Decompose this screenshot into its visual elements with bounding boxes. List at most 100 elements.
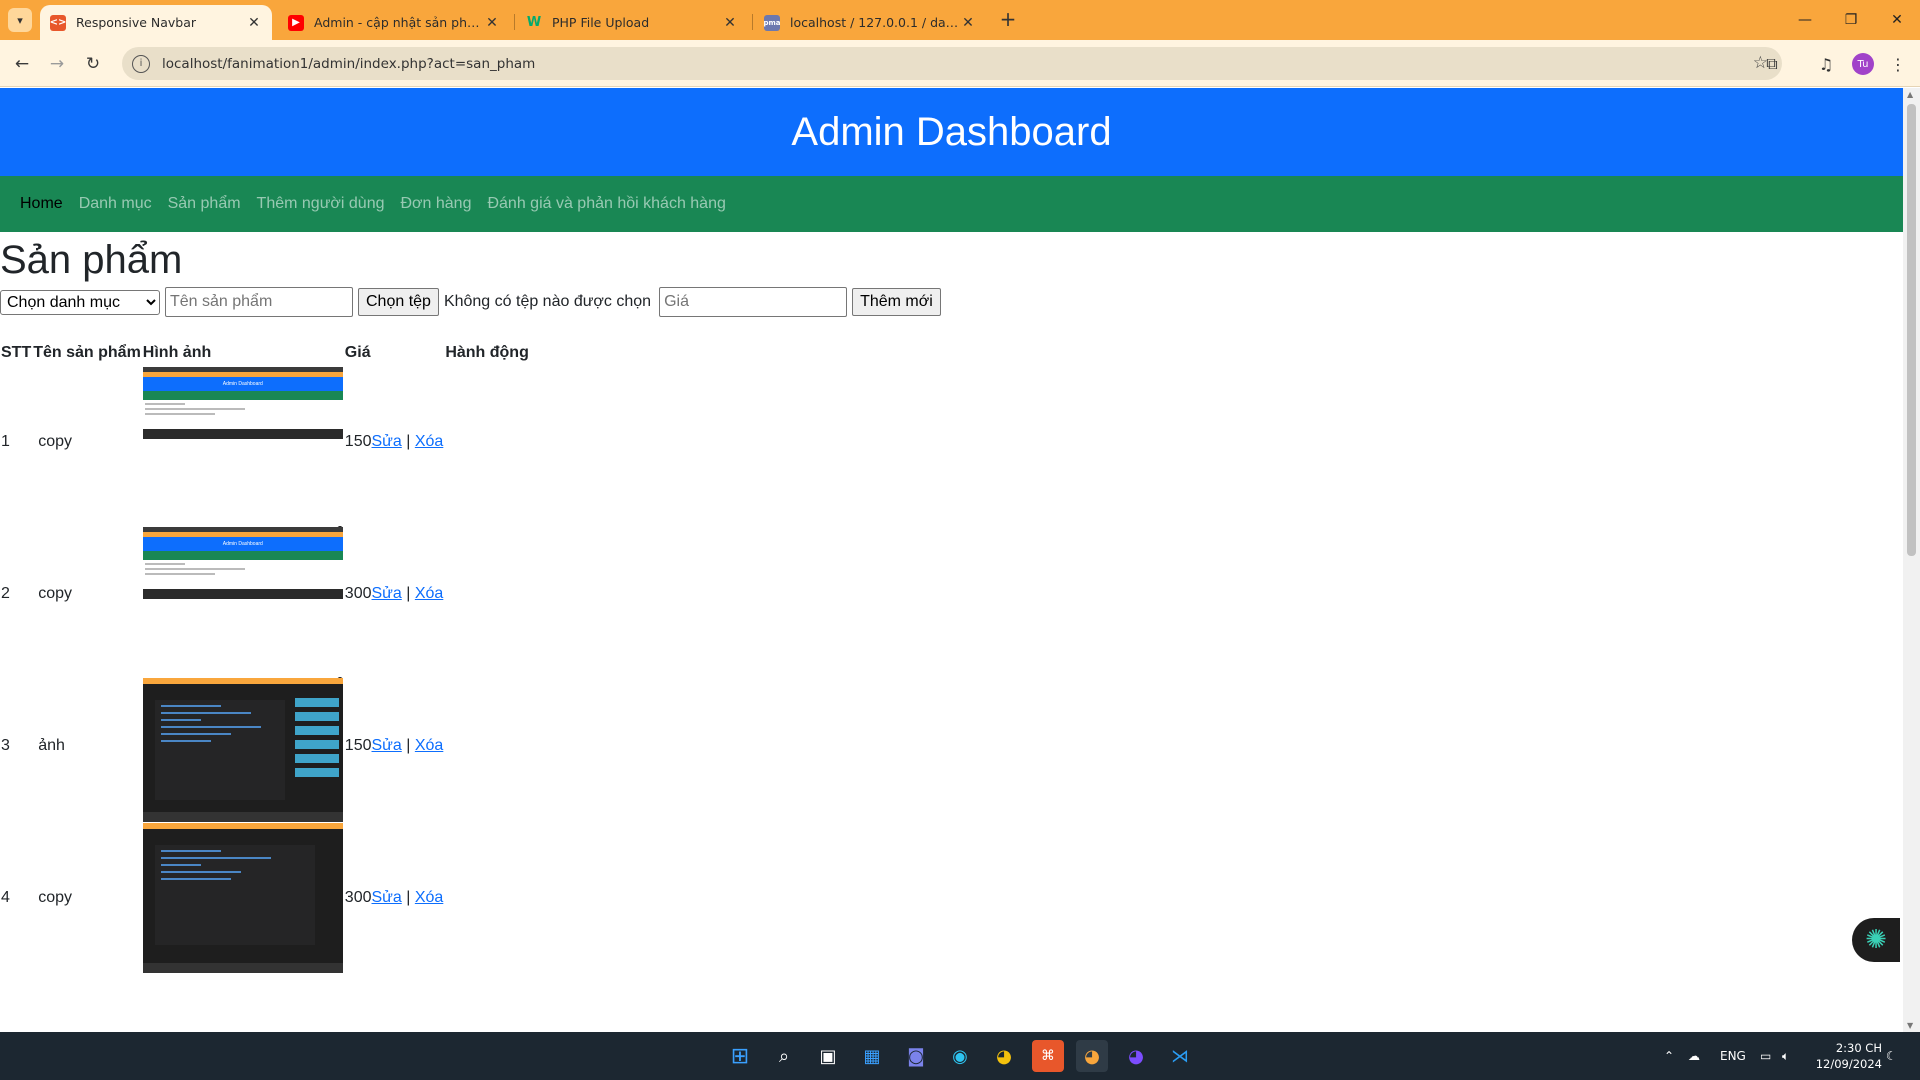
- thumb-bar: [142, 678, 343, 684]
- category-select[interactable]: Chọn danh mục: [0, 289, 160, 315]
- reload-icon[interactable]: ↻: [79, 50, 107, 78]
- admin-header: Admin Dashboard: [0, 88, 1903, 176]
- volume-icon[interactable]: 🔈︎: [1782, 1032, 1789, 1080]
- teams-chat-icon[interactable]: ◙: [900, 1040, 932, 1072]
- table-row: 3 ảnh 150Sửa | Xóa: [0, 670, 530, 822]
- vscode-icon[interactable]: ⋊: [1164, 1040, 1196, 1072]
- file-input[interactable]: Chọn tệp Không có tệp nào được chọn: [358, 288, 659, 316]
- table-header-row: STT Tên sản phẩm Hình ảnh Giá Hành động: [0, 340, 530, 366]
- tab-phpmyadmin[interactable]: pma localhost / 127.0.0.1 / danh_mu ✕: [754, 5, 986, 40]
- new-tab-button[interactable]: +: [996, 8, 1020, 32]
- restore-icon[interactable]: ❐: [1828, 0, 1874, 40]
- chrome-profile-2-icon[interactable]: ◕: [1120, 1040, 1152, 1072]
- nav-them-nguoi-dung[interactable]: Thêm người dùng: [257, 195, 385, 213]
- clock[interactable]: 2:30 CH 12/09/2024: [1808, 1040, 1882, 1072]
- menu-kebab-icon[interactable]: ⋮: [1886, 52, 1910, 76]
- nav-san-pham[interactable]: Sản phẩm: [168, 195, 241, 213]
- network-icon[interactable]: ▭: [1760, 1032, 1771, 1080]
- chrome-icon[interactable]: ◕: [988, 1040, 1020, 1072]
- nav-home[interactable]: Home: [20, 195, 63, 213]
- task-view-icon[interactable]: ▣: [812, 1040, 844, 1072]
- col-hinh-anh: Hình ảnh: [142, 344, 212, 361]
- profile-avatar[interactable]: Tu: [1852, 53, 1874, 75]
- window-close-icon[interactable]: ✕: [1874, 0, 1920, 40]
- choose-file-button[interactable]: Chọn tệp: [358, 288, 439, 316]
- close-tab-icon[interactable]: ✕: [246, 15, 262, 31]
- edit-link[interactable]: Sửa: [372, 585, 402, 602]
- cell-price: 150Sửa | Xóa: [344, 670, 445, 822]
- browser-tab-bar: ▾ <> Responsive Navbar ✕ ▶ Admin - cập n…: [0, 0, 1920, 40]
- cell-actions: [444, 822, 530, 974]
- phpmyadmin-favicon-icon: pma: [763, 14, 781, 31]
- delete-link[interactable]: Xóa: [415, 585, 443, 602]
- cell-price: 150Sửa | Xóa: [344, 366, 445, 518]
- action-separator: |: [406, 737, 411, 754]
- start-icon[interactable]: ⊞: [724, 1040, 756, 1072]
- product-table: STT Tên sản phẩm Hình ảnh Giá Hành động …: [0, 340, 530, 974]
- thumb-bar: [142, 391, 343, 400]
- ai-assistant-icon[interactable]: ✺: [1852, 918, 1900, 962]
- page-scrollbar[interactable]: ▲ ▼: [1903, 88, 1920, 1032]
- col-ten-san-pham: Tên sản phẩm: [33, 344, 141, 361]
- header-title: Admin Dashboard: [791, 109, 1112, 154]
- table-row: 1 copy Admin Dashboard 150Sửa | Xóa: [0, 366, 530, 518]
- thumb-dot-row: [143, 670, 343, 683]
- edit-link[interactable]: Sửa: [372, 889, 402, 906]
- edge-icon[interactable]: ◉: [944, 1040, 976, 1072]
- nav-danh-gia[interactable]: Đánh giá và phản hồi khách hàng: [487, 195, 725, 213]
- tab-responsive-navbar[interactable]: <> Responsive Navbar ✕: [40, 5, 272, 40]
- scrollbar-thumb[interactable]: [1907, 104, 1916, 556]
- search-icon[interactable]: ⌕: [768, 1040, 800, 1072]
- col-gia: Giá: [344, 344, 371, 361]
- add-new-button[interactable]: Thêm mới: [852, 288, 941, 316]
- close-tab-icon[interactable]: ✕: [484, 15, 500, 31]
- scroll-up-icon[interactable]: ▲: [1907, 90, 1913, 99]
- site-info-icon[interactable]: i: [132, 54, 150, 73]
- cell-image: Admin Dashboard: [142, 518, 344, 670]
- chrome-profile-icon[interactable]: ◕: [1076, 1040, 1108, 1072]
- media-controls-icon[interactable]: ♫: [1814, 52, 1838, 76]
- forward-icon[interactable]: →: [43, 50, 71, 78]
- delete-link[interactable]: Xóa: [415, 737, 443, 754]
- product-thumbnail: [142, 823, 343, 973]
- page-viewport: Admin Dashboard Home Danh mục Sản phẩm T…: [0, 88, 1903, 1032]
- widgets-icon[interactable]: ▦: [856, 1040, 888, 1072]
- close-tab-icon[interactable]: ✕: [722, 15, 738, 31]
- edit-link[interactable]: Sửa: [372, 433, 402, 450]
- file-status-text: Không có tệp nào được chọn: [443, 293, 652, 310]
- scroll-down-icon[interactable]: ▼: [1907, 1021, 1913, 1030]
- tab-title: Responsive Navbar: [76, 15, 197, 30]
- delete-link[interactable]: Xóa: [415, 433, 443, 450]
- extensions-icon[interactable]: ⧉: [1760, 52, 1784, 76]
- product-thumbnail: [142, 678, 343, 822]
- tab-php-file-upload[interactable]: W PHP File Upload ✕: [516, 5, 748, 40]
- table-row: 2 copy Admin Dashboard 300Sửa | Xóa: [0, 518, 530, 670]
- delete-link[interactable]: Xóa: [415, 889, 443, 906]
- notifications-icon[interactable]: ☾: [1886, 1032, 1897, 1080]
- back-icon[interactable]: ←: [8, 50, 36, 78]
- tray-chevron-icon[interactable]: ⌃: [1664, 1032, 1674, 1080]
- xampp-icon[interactable]: ⌘: [1032, 1040, 1064, 1072]
- edit-link[interactable]: Sửa: [372, 737, 402, 754]
- tab-search-icon[interactable]: ▾: [8, 8, 32, 32]
- nav-don-hang[interactable]: Đơn hàng: [400, 195, 471, 213]
- cell-price: 300Sửa | Xóa: [344, 822, 445, 974]
- product-name-input[interactable]: [165, 287, 353, 317]
- tab-title: PHP File Upload: [552, 15, 650, 30]
- language-indicator[interactable]: ENG: [1720, 1032, 1746, 1080]
- price-text: 150: [344, 737, 372, 754]
- onedrive-icon[interactable]: ☁: [1688, 1032, 1700, 1080]
- thumb-dot-row: [143, 519, 343, 532]
- product-thumbnail: Admin Dashboard: [142, 527, 343, 669]
- thumb-bar: [142, 589, 343, 599]
- address-bar[interactable]: i localhost/fanimation1/admin/index.php?…: [122, 47, 1782, 80]
- tab-youtube[interactable]: ▶ Admin - cập nhật sản phẩm - lạ ✕: [278, 5, 510, 40]
- thumb-code-area: [154, 845, 315, 945]
- minimize-icon[interactable]: —: [1782, 0, 1828, 40]
- close-tab-icon[interactable]: ✕: [960, 15, 976, 31]
- nav-danh-muc[interactable]: Danh mục: [79, 195, 152, 213]
- price-text: 300: [344, 889, 372, 906]
- price-input[interactable]: [659, 287, 848, 317]
- cell-actions: [444, 670, 530, 822]
- cell-stt: 3: [1, 737, 10, 754]
